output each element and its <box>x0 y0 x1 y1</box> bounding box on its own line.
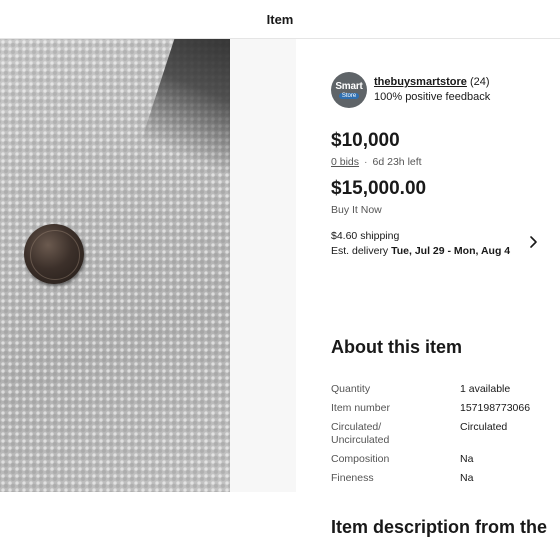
buy-it-now-price: $15,000.00 <box>331 178 427 199</box>
seller-text: thebuysmartstore (24) 100% positive feed… <box>374 75 490 105</box>
avatar-logo-subtext: Store <box>338 92 360 99</box>
about-item-heading: About this item <box>331 337 462 357</box>
item-description-heading: Item description from the <box>331 517 548 537</box>
current-bid-price: $10,000 <box>331 130 400 151</box>
delivery-dates: Tue, Jul 29 - Mon, Aug 4 <box>391 244 511 257</box>
seller-feedback: 100% positive feedback <box>374 91 491 103</box>
shipping-cost: $4.60 shipping <box>331 230 400 242</box>
spec-value: Circulated <box>460 421 508 433</box>
spec-value: Na <box>460 453 474 465</box>
spec-value: 157198773066 <box>460 402 531 414</box>
coin-rim <box>30 230 80 280</box>
chevron-right-icon[interactable] <box>528 235 538 249</box>
seller-name-link[interactable]: thebuysmartstore <box>374 76 467 88</box>
top-bar: Item <box>0 0 560 39</box>
buy-it-now-label: Buy It Now <box>331 204 382 216</box>
delivery-estimate: Est. delivery Tue, Jul 29 - Mon, Aug 4 <box>331 244 560 259</box>
seller-info[interactable]: Smart Store thebuysmartstore (24) 100% p… <box>331 72 490 108</box>
avatar-logo-text: Smart <box>335 80 363 92</box>
spec-label: Composition <box>331 453 390 465</box>
spec-label: Circulated/ Uncirculated <box>331 421 390 446</box>
coin <box>24 224 84 284</box>
photo-gutter <box>230 39 296 492</box>
seller-feedback-count: (24) <box>469 76 490 88</box>
item-photo[interactable] <box>0 39 230 492</box>
delivery-prefix: Est. delivery <box>331 244 389 257</box>
separator-dot: · <box>364 156 368 168</box>
seller-avatar[interactable]: Smart Store <box>331 72 367 108</box>
shipping-section[interactable]: $4.60 shipping Est. delivery Tue, Jul 29… <box>331 229 560 258</box>
spec-label: Item number <box>331 402 390 414</box>
bid-info: 0 bids · 6d 23h left <box>331 156 422 168</box>
time-left: 6d 23h left <box>372 156 422 168</box>
spec-label: Fineness <box>331 472 374 484</box>
photo-shadow <box>125 39 230 189</box>
bids-link[interactable]: 0 bids <box>331 156 359 168</box>
page-title: Item <box>266 11 294 27</box>
spec-value: Na <box>460 472 474 484</box>
spec-value: 1 available <box>460 383 511 395</box>
spec-label: Quantity <box>331 383 371 395</box>
